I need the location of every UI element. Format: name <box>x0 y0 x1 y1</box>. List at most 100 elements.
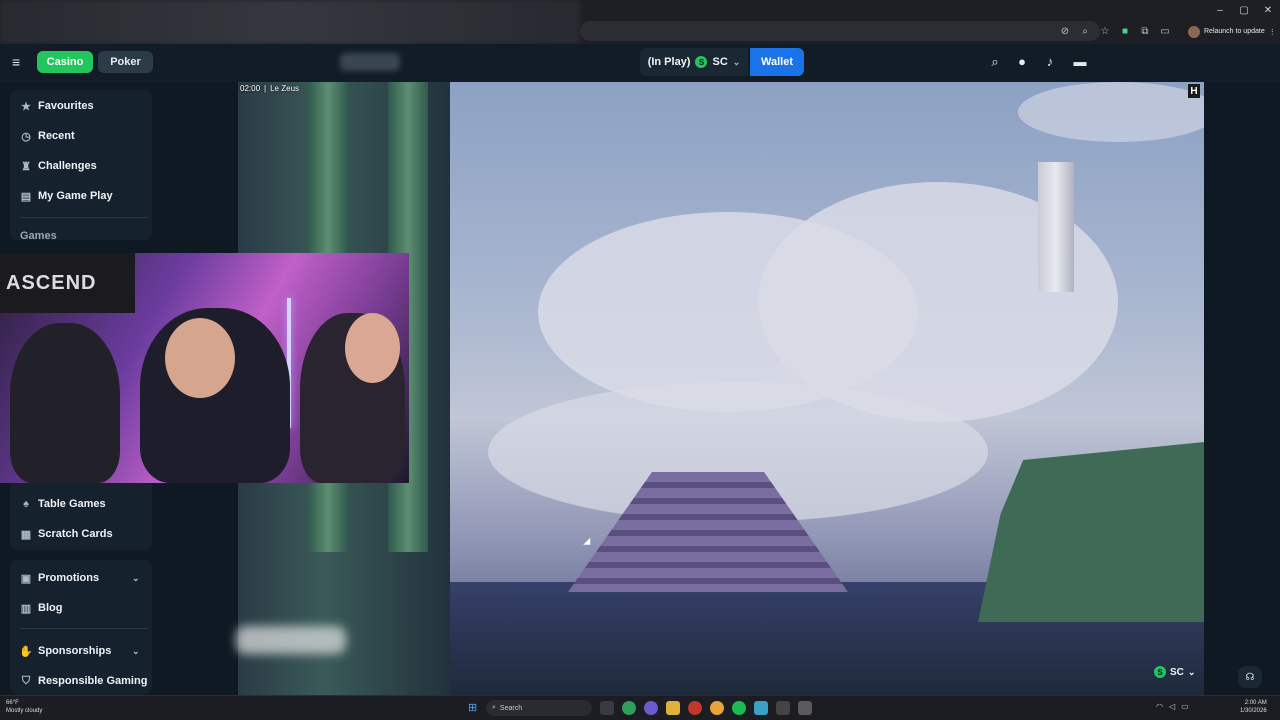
cards-icon: ♠ <box>23 498 29 510</box>
address-bar[interactable] <box>580 21 1100 41</box>
sidebar-item-label: Favourites <box>38 100 94 112</box>
blurred-game-button[interactable] <box>236 626 346 654</box>
file-explorer-icon[interactable] <box>600 701 614 715</box>
sidebar-item-label: Recent <box>38 130 75 142</box>
sidebar-item-challenges[interactable]: ♜ Challenges <box>20 157 97 175</box>
distant-tower <box>1038 162 1074 292</box>
sidebar-item-recent[interactable]: ◷ Recent <box>20 127 75 145</box>
volume-icon[interactable]: ◁ <box>1169 702 1175 711</box>
app-icon[interactable] <box>798 701 812 715</box>
webcam-banner: ASCEND <box>0 253 135 313</box>
currency-selector[interactable]: S SC ⌄ <box>1154 666 1195 678</box>
close-window-button[interactable]: ✕ <box>1256 0 1280 20</box>
wallet-button[interactable]: Wallet <box>750 48 804 76</box>
mute-icon[interactable]: ⊘ <box>1058 24 1072 38</box>
sidebar-item-label: Sponsorships <box>38 645 112 657</box>
zoom-icon[interactable]: ⌕ <box>1078 24 1092 38</box>
blurred-header-element <box>340 53 400 71</box>
chrome-icon[interactable] <box>710 701 724 715</box>
currency-code: SC <box>1170 666 1184 678</box>
clock-time: 2:00 AM <box>1244 700 1267 706</box>
sidebar-item-blog[interactable]: ▥ Blog <box>20 599 63 617</box>
sidebar-item-label: Responsible Gaming <box>38 675 148 687</box>
maximize-button[interactable]: ▢ <box>1232 0 1256 20</box>
separator: | <box>264 83 267 93</box>
system-tray: ◠ ◁ ▭ <box>1156 702 1189 711</box>
bell-icon[interactable]: ♪ <box>1043 55 1057 69</box>
browser-chrome: – ▢ ✕ ⊘ ⌕ ☆ ■ ⧉ ▭ Relaunch to update ⋮ <box>0 0 1280 44</box>
blurred-tabs <box>0 0 580 44</box>
trophy-icon: ♜ <box>21 160 31 173</box>
folder-icon[interactable] <box>666 701 680 715</box>
relaunch-button[interactable]: Relaunch to update ⋮ <box>1188 24 1276 39</box>
search-icon: ⌕ <box>492 704 496 711</box>
wifi-icon[interactable]: ◠ <box>1156 702 1163 711</box>
webcam-person <box>10 323 120 483</box>
terminal-icon[interactable] <box>776 701 790 715</box>
extension-icon[interactable]: ■ <box>1118 24 1132 38</box>
gameplay-icon: ▤ <box>20 190 32 203</box>
balance-status: (In Play) <box>647 56 691 68</box>
balance-selector[interactable]: (In Play) S SC ⌄ <box>640 48 748 76</box>
profile-avatar[interactable] <box>1188 25 1200 38</box>
chevron-down-icon: ⌄ <box>132 645 140 656</box>
chevron-down-icon: ⌄ <box>1187 666 1196 677</box>
sidebar-item-sponsorships[interactable]: ✋ Sponsorships ⌄ <box>19 642 139 660</box>
cloud-shape <box>1018 82 1204 142</box>
sidebar-item-favourites[interactable]: ★ Favourites <box>20 97 94 115</box>
provider-logo: H <box>1188 84 1200 98</box>
taskbar-search[interactable]: ⌕ Search <box>486 700 592 716</box>
user-icon[interactable]: ● <box>1015 55 1029 69</box>
split-view-icon[interactable]: ▭ <box>1158 24 1172 38</box>
sidebar-item-label: Scratch Cards <box>38 528 113 540</box>
sidebar-item-label: Blog <box>38 602 63 614</box>
sidebar-item-label: Table Games <box>38 498 106 510</box>
browser-toolbar: ⊘ ⌕ ☆ ■ ⧉ ▭ <box>1058 24 1172 38</box>
game-info-tag: 02:00 | Le Zeus <box>240 82 299 94</box>
game-title: Le Zeus <box>270 83 300 93</box>
chrome-icon[interactable] <box>622 701 636 715</box>
sidebar-heading-games: Games <box>20 230 57 242</box>
sidebar-item-table-games[interactable]: ♠ Table Games <box>20 495 106 513</box>
hamburger-menu-icon[interactable]: ≡ <box>12 55 26 69</box>
taskbar-search-label: Search <box>499 704 523 712</box>
webcam-face <box>165 318 235 398</box>
sc-coin-icon: S <box>695 56 708 68</box>
casino-button[interactable]: Casino <box>37 51 93 73</box>
search-icon[interactable]: ⌕ <box>988 55 1002 69</box>
sidebar-item-my-game-play[interactable]: ▤ My Game Play <box>20 187 113 205</box>
shield-icon: ⛉ <box>21 674 31 687</box>
sidebar-divider <box>20 217 148 218</box>
gift-icon: ▣ <box>20 572 32 585</box>
handshake-icon: ✋ <box>19 645 33 658</box>
sidebar-item-promotions[interactable]: ▣ Promotions ⌄ <box>20 569 140 587</box>
weather-temp: 66°F <box>6 700 19 706</box>
minimize-button[interactable]: – <box>1208 0 1232 20</box>
battery-icon[interactable]: ▭ <box>1181 702 1189 711</box>
app-icon[interactable] <box>688 701 702 715</box>
webcam-overlay: ASCEND <box>0 253 409 483</box>
sidebar-item-responsible-gaming[interactable]: ⛉ Responsible Gaming <box>20 672 148 690</box>
windows-start-icon[interactable]: ⊞ <box>468 702 480 714</box>
app-icon[interactable] <box>644 701 658 715</box>
poker-button[interactable]: Poker <box>98 51 153 73</box>
bookmark-star-icon[interactable]: ☆ <box>1098 24 1112 38</box>
app-icon[interactable] <box>754 701 768 715</box>
weather-desc: Mostly cloudy <box>6 708 43 714</box>
webcam-face <box>345 313 400 383</box>
taskbar-apps <box>600 701 812 715</box>
kebab-menu-icon[interactable]: ⋮ <box>1269 28 1276 36</box>
chat-icon[interactable]: ▬ <box>1073 55 1087 69</box>
spotify-icon[interactable] <box>732 701 746 715</box>
currency-code: SC <box>712 56 728 68</box>
taskbar-clock[interactable]: 2:00 AM 1/30/2026 <box>1240 699 1267 715</box>
weather-widget[interactable]: 66°F Mostly cloudy <box>6 699 42 715</box>
sidebar-item-scratch-cards[interactable]: ▦ Scratch Cards <box>20 525 113 543</box>
extensions-icon[interactable]: ⧉ <box>1138 24 1152 38</box>
window-controls: – ▢ ✕ <box>1208 0 1280 20</box>
grid-icon: ▦ <box>20 528 32 541</box>
support-headset-icon[interactable]: ☊ <box>1238 666 1262 688</box>
sidebar-divider <box>20 628 148 629</box>
sc-coin-icon: S <box>1154 666 1166 678</box>
game-timestamp: 02:00 <box>240 83 261 93</box>
